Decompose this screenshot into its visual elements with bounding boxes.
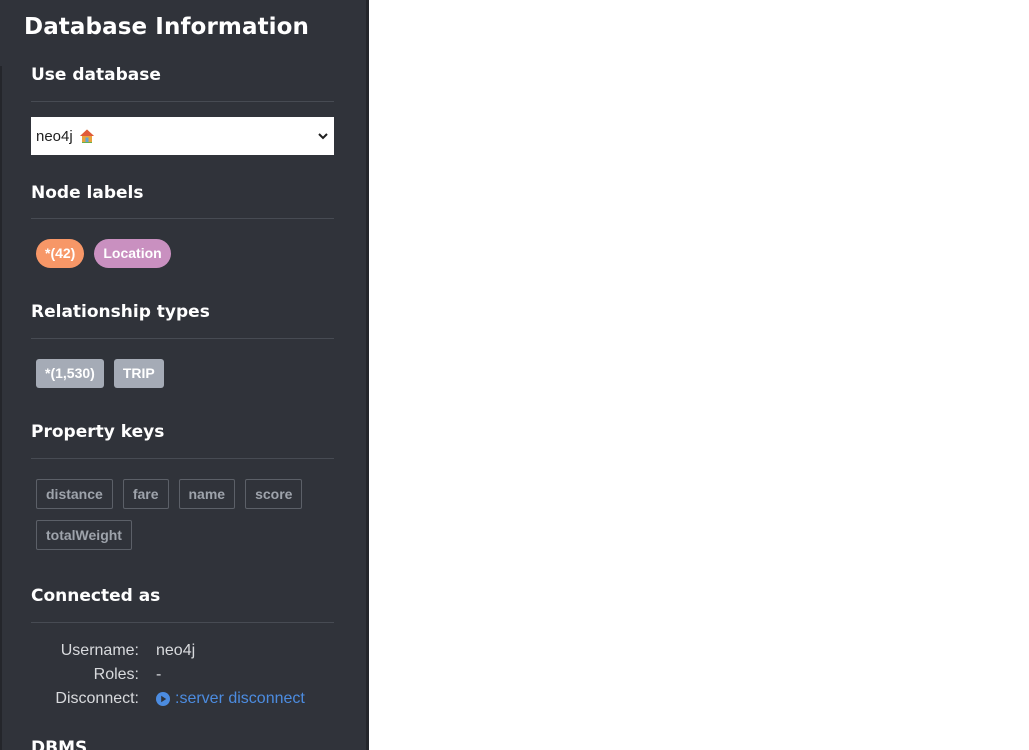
database-select-value: neo4j xyxy=(36,128,317,145)
dbms-heading: DBMS xyxy=(31,738,88,750)
roles-value: - xyxy=(156,666,162,683)
disconnect-key: Disconnect: xyxy=(55,690,139,707)
property-keys-heading: Property keys xyxy=(31,422,165,442)
relationship-chip-all[interactable]: *(1,530) xyxy=(36,359,104,388)
left-edge xyxy=(0,66,2,750)
relationship-types-list: *(1,530) TRIP xyxy=(36,359,336,388)
username-row: Username: neo4j xyxy=(31,639,305,663)
database-select-label: neo4j xyxy=(36,127,73,145)
server-disconnect-link[interactable]: :server disconnect xyxy=(156,687,305,711)
relationship-types-heading: Relationship types xyxy=(31,302,210,322)
username-key: Username: xyxy=(60,642,139,659)
divider xyxy=(31,622,334,623)
node-label-chip-all[interactable]: *(42) xyxy=(36,239,85,268)
divider xyxy=(31,101,334,102)
property-chip-fare[interactable]: fare xyxy=(122,479,169,509)
divider xyxy=(31,458,334,459)
play-circle-icon xyxy=(156,692,170,706)
panel-title: Database Information xyxy=(24,14,310,40)
roles-key: Roles: xyxy=(93,666,139,683)
property-chip-name[interactable]: name xyxy=(178,479,236,509)
main-content-area xyxy=(369,0,1029,750)
node-label-chip-location[interactable]: Location xyxy=(94,239,171,268)
database-select[interactable]: neo4j xyxy=(31,117,334,155)
house-icon xyxy=(79,129,94,143)
divider xyxy=(31,218,334,219)
property-chip-totalweight[interactable]: totalWeight xyxy=(36,520,132,550)
node-labels-list: *(42) Location xyxy=(36,239,336,268)
use-database-heading: Use database xyxy=(31,65,161,85)
username-value: neo4j xyxy=(156,642,196,659)
disconnect-row: Disconnect: :server disconnect xyxy=(31,687,305,711)
database-info-sidebar: Database Information Use database neo4j … xyxy=(0,0,366,750)
node-labels-heading: Node labels xyxy=(31,183,144,203)
property-chip-distance[interactable]: distance xyxy=(36,479,113,509)
divider xyxy=(31,338,334,339)
connected-as-heading: Connected as xyxy=(31,586,161,606)
property-keys-list: distance fare name score totalWeight xyxy=(36,479,336,550)
chevron-down-icon xyxy=(318,133,328,140)
relationship-chip-trip[interactable]: TRIP xyxy=(113,359,164,388)
property-chip-score[interactable]: score xyxy=(245,479,303,509)
roles-row: Roles: - xyxy=(31,663,305,687)
connection-details: Username: neo4j Roles: - Disconnect: :se… xyxy=(31,639,305,711)
server-disconnect-label: :server disconnect xyxy=(175,690,305,707)
